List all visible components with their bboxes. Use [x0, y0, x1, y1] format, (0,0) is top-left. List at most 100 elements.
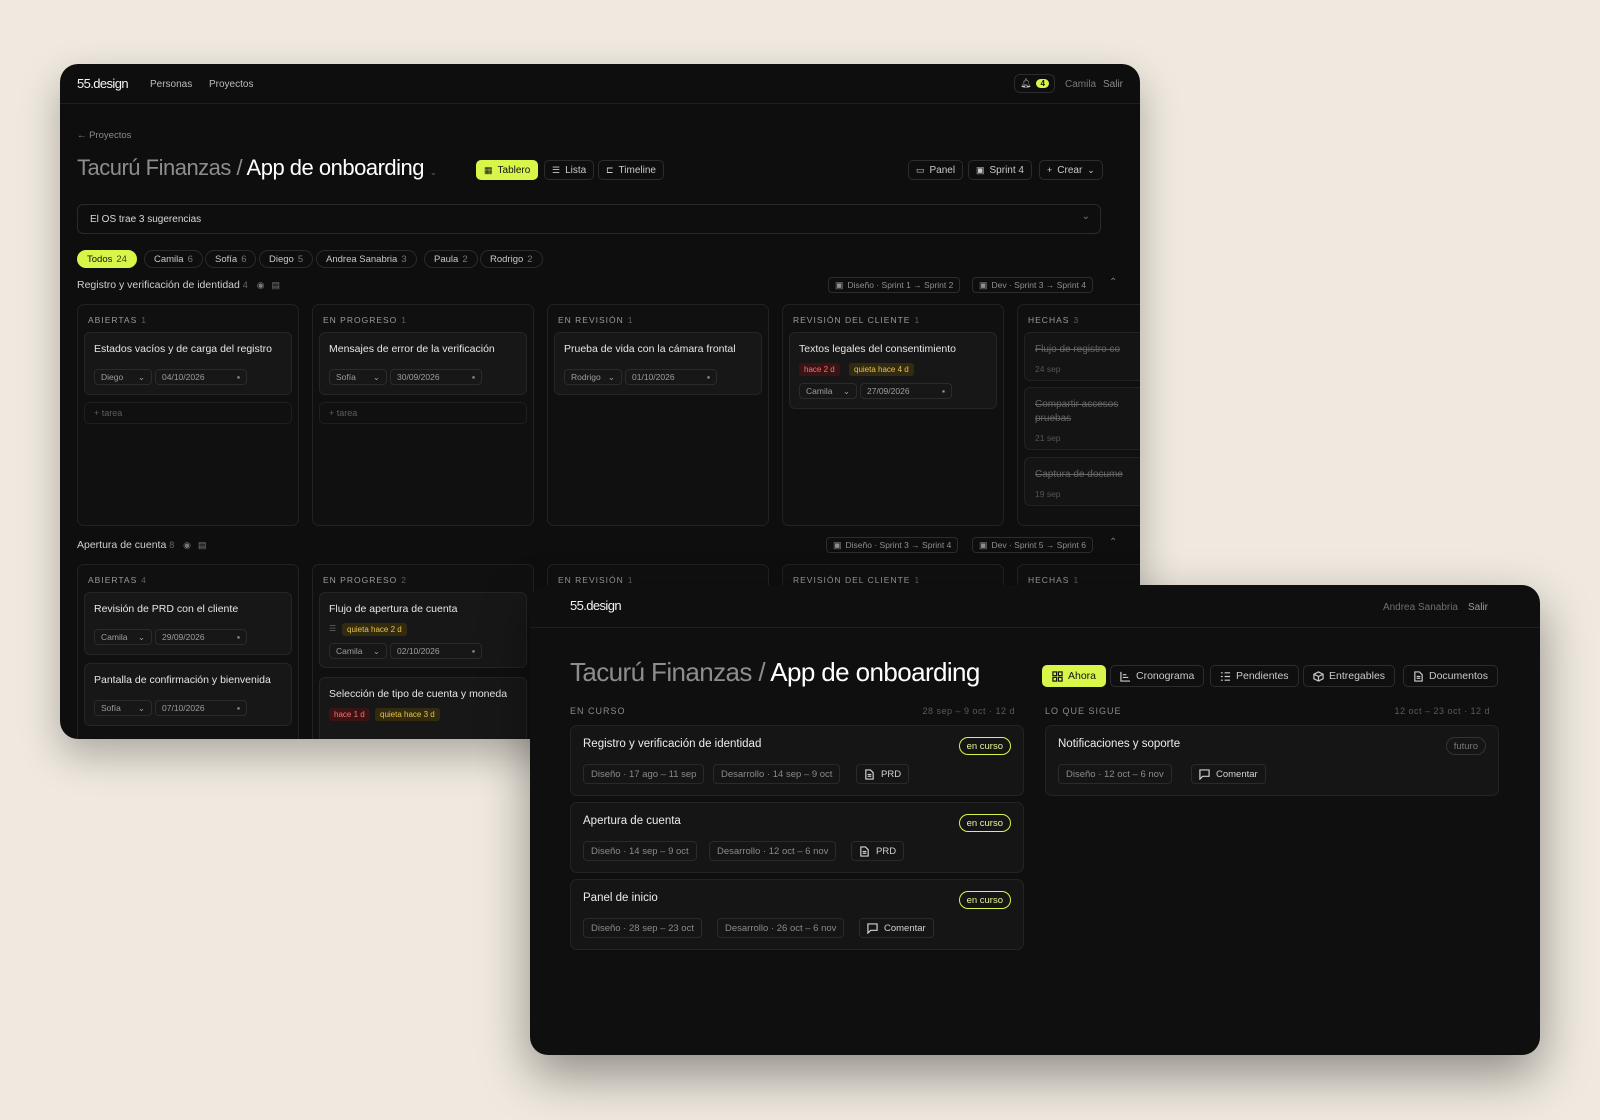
task-card[interactable]: Pantalla de confirmación y bienvenida So…: [84, 663, 292, 726]
due-date-input[interactable]: 27/09/2026 ▪: [860, 383, 952, 399]
nav-personas[interactable]: Personas: [150, 79, 192, 90]
suggestions-bar[interactable]: El OS trae 3 sugerencias ⌄: [77, 204, 1101, 234]
filter-rodrigo[interactable]: Rodrigo 2: [480, 250, 543, 268]
stale-tag: quieta hace 3 d: [375, 708, 440, 721]
create-button[interactable]: + Crear ⌄: [1039, 160, 1103, 180]
tab-entregables[interactable]: Entregables: [1303, 665, 1396, 687]
assignee-select[interactable]: Sofía ⌄: [94, 700, 152, 716]
due-date: 30/09/2026: [397, 372, 440, 382]
document-icon[interactable]: ▤: [271, 280, 280, 290]
notifications-button[interactable]: 🔔︎ 4: [1014, 74, 1055, 93]
assignee-select[interactable]: Rodrigo ⌄: [564, 369, 622, 385]
task-card[interactable]: Mensajes de error de la verificación Sof…: [319, 332, 527, 395]
tab-pendientes[interactable]: Pendientes: [1210, 665, 1299, 687]
due-date-input[interactable]: 04/10/2026 ▪: [155, 369, 247, 385]
panel-button[interactable]: ▭ Panel: [908, 160, 964, 180]
due-date-input[interactable]: 07/10/2026 ▪: [155, 700, 247, 716]
prd-button[interactable]: PRD: [851, 841, 905, 861]
dev-sprint-range[interactable]: ▣ Dev · Sprint 5 → Sprint 6: [972, 537, 1093, 553]
column-header: EN PROGRESO 1: [323, 315, 407, 325]
assignee-select[interactable]: Sofía ⌄: [329, 369, 387, 385]
logout-link[interactable]: Salir: [1103, 79, 1123, 90]
done-card[interactable]: Captura de docume 19 sep: [1024, 457, 1140, 506]
action-label: PRD: [881, 768, 902, 780]
task-card[interactable]: Revisión de PRD con el cliente Camila ⌄ 2…: [84, 592, 292, 655]
sprint-button[interactable]: ▣ Sprint 4: [968, 160, 1032, 180]
column-name: REVISIÓN DEL CLIENTE: [793, 575, 911, 585]
task-card[interactable]: Flujo de apertura de cuenta ☰ quieta hac…: [319, 592, 527, 668]
done-card[interactable]: Flujo de registro co 24 sep: [1024, 332, 1140, 381]
column-count: 1: [1073, 575, 1080, 585]
filter-andrea[interactable]: Andrea Sanabria 3: [316, 250, 417, 268]
phase-card[interactable]: Panel de inicio en curso Diseño · 28 sep…: [570, 879, 1024, 950]
comment-icon: [867, 922, 878, 934]
document-icon: [860, 845, 869, 857]
filter-camila[interactable]: Camila 6: [144, 250, 203, 268]
dev-range: Desarrollo · 14 sep – 9 oct: [713, 764, 841, 784]
add-task-button[interactable]: + tarea: [319, 402, 527, 424]
task-card[interactable]: Textos legales del consentimiento hace 2…: [789, 332, 997, 409]
chevron-up-icon[interactable]: ⌃: [1109, 277, 1117, 288]
task-card[interactable]: Selección de tipo de cuenta y moneda hac…: [319, 677, 527, 739]
due-date-input[interactable]: 30/09/2026 ▪: [390, 369, 482, 385]
filter-paula[interactable]: Paula 2: [424, 250, 478, 268]
view-tablero[interactable]: ▦ Tablero: [476, 160, 539, 180]
eye-icon[interactable]: ◉: [183, 540, 191, 550]
comment-button[interactable]: Comentar: [859, 918, 934, 938]
column-revision-cliente: REVISIÓN DEL CLIENTE 1 Textos legales del…: [782, 304, 1004, 526]
breadcrumb[interactable]: ← Proyectos: [77, 130, 131, 141]
phase-card[interactable]: Registro y verificación de identidad en …: [570, 725, 1024, 796]
eye-icon[interactable]: ◉: [257, 280, 265, 290]
nav-proyectos[interactable]: Proyectos: [209, 79, 253, 90]
view-timeline[interactable]: ⊏ Timeline: [598, 160, 664, 180]
column-count: 1: [914, 575, 921, 585]
task-card[interactable]: Prueba de vida con la cámara frontal Rod…: [554, 332, 762, 395]
done-card[interactable]: Compartir accesos pruebas 21 sep: [1024, 387, 1140, 450]
assignee-select[interactable]: Diego ⌄: [94, 369, 152, 385]
filter-todos[interactable]: Todos 24: [77, 250, 137, 268]
design-sprint-range[interactable]: ▣ Diseño · Sprint 3 → Sprint 4: [826, 537, 959, 553]
task-title: Compartir accesos pruebas: [1035, 399, 1119, 424]
add-task-button[interactable]: + tarea: [84, 402, 292, 424]
phase-card[interactable]: Notificaciones y soporte futuro Diseño ·…: [1045, 725, 1499, 796]
column-en-revision: EN REVISIÓN 1 Prueba de vida con la cámar…: [547, 304, 769, 526]
view-lista[interactable]: ☰ Lista: [544, 160, 595, 180]
logout-link[interactable]: Salir: [1468, 602, 1488, 613]
dev-sprint-range[interactable]: ▣ Dev · Sprint 3 → Sprint 4: [972, 277, 1093, 293]
status-badge: en curso: [958, 814, 1011, 832]
due-date-input[interactable]: 01/10/2026 ▪: [625, 369, 717, 385]
filter-diego[interactable]: Diego 5: [259, 250, 314, 268]
section-title: Registro y verificación de identidad: [77, 279, 240, 291]
view-label: Lista: [565, 164, 587, 176]
design-sprint-range[interactable]: ▣ Diseño · Sprint 1 → Sprint 2: [828, 277, 961, 293]
phase-card[interactable]: Apertura de cuenta en curso Diseño · 14 …: [570, 802, 1024, 873]
column-abiertas: ABIERTAS 4 Revisión de PRD con el cliente…: [77, 564, 299, 739]
tab-label: Documentos: [1429, 670, 1488, 682]
due-date-input[interactable]: 02/10/2026 ▪: [390, 643, 482, 659]
assignee-select[interactable]: Camila ⌄: [799, 383, 857, 399]
chevron-up-icon[interactable]: ⌃: [1109, 537, 1117, 548]
chevron-down-icon[interactable]: ⌄: [430, 167, 438, 177]
document-icon[interactable]: ▤: [198, 540, 207, 550]
tab-cronograma[interactable]: Cronograma: [1110, 665, 1205, 687]
due-date-input[interactable]: 29/09/2026 ▪: [155, 629, 247, 645]
task-card[interactable]: Estados vacíos y de carga del registro D…: [84, 332, 292, 395]
next-label: LO QUE SIGUE: [1045, 706, 1122, 716]
assignee-select[interactable]: Camila ⌄: [329, 643, 387, 659]
tab-documentos[interactable]: Documentos: [1403, 665, 1498, 687]
comment-button[interactable]: Comentar: [1191, 764, 1266, 784]
assignee-select[interactable]: Camila ⌄: [94, 629, 152, 645]
prd-button[interactable]: PRD: [856, 764, 910, 784]
column-en-progreso: EN PROGRESO 1 Mensajes de error de la ver…: [312, 304, 534, 526]
filter-sofia[interactable]: Sofía 6: [205, 250, 257, 268]
column-name: EN REVISIÓN: [558, 315, 624, 325]
grid-icon: [1052, 670, 1063, 682]
action-label: PRD: [876, 845, 897, 857]
grid-icon: ▦: [484, 164, 493, 175]
tab-ahora[interactable]: Ahora: [1042, 665, 1107, 687]
task-title: Captura de docume: [1035, 469, 1123, 480]
calendar-icon: ▣: [976, 164, 985, 175]
comment-icon: [1199, 768, 1210, 780]
tab-label: Cronograma: [1136, 670, 1195, 682]
calendar-icon: ▪: [706, 372, 710, 382]
